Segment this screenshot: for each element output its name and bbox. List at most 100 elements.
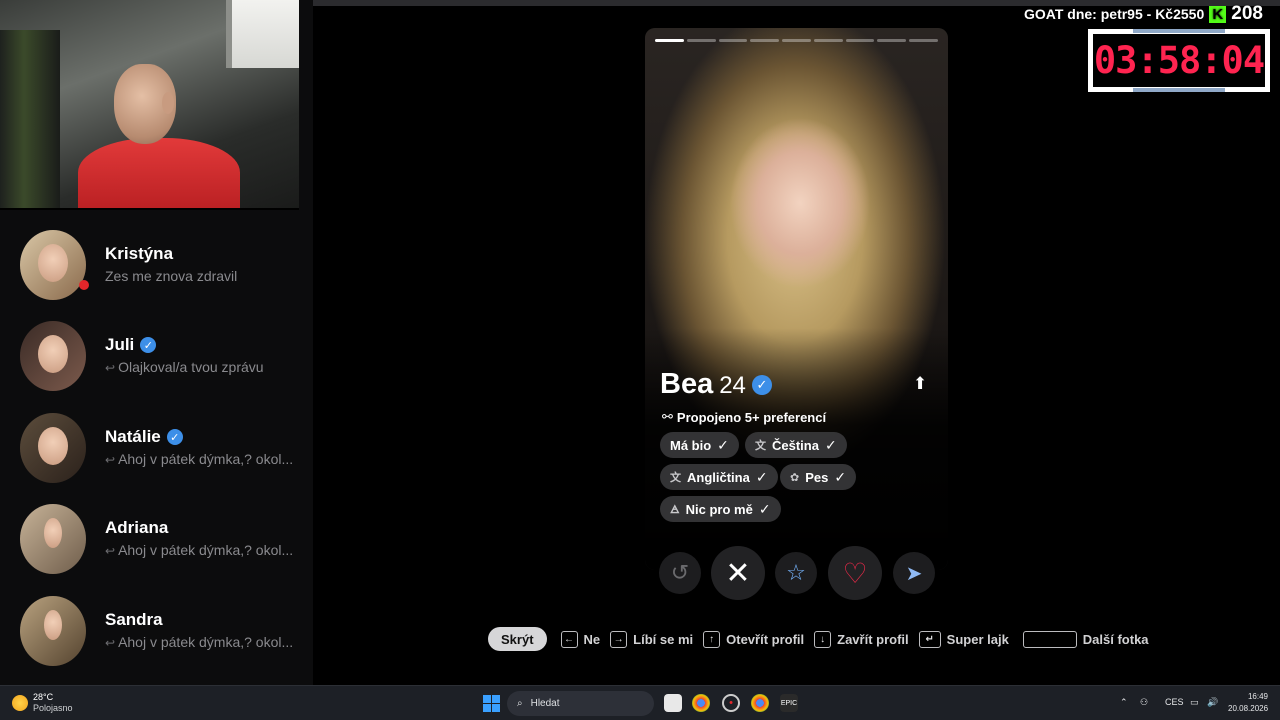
match-item[interactable]: Sandra ↩ Ahoj v pátek dýmka,? okol... bbox=[0, 596, 313, 686]
close-icon: ✕ bbox=[725, 556, 751, 590]
match-message: ↩ Ahoj v pátek dýmka,? okol... bbox=[105, 542, 294, 558]
keyboard-shortcuts-bar: Skrýt ← Ne → Líbí se mi ↑ Otevřít profil ↓ Z… bbox=[488, 627, 1159, 651]
profile-card[interactable]: Bea 24 ✓ ⬆ ⚯ Propojeno 5+ preferencí Má … bbox=[645, 28, 948, 570]
goat-of-day: GOAT dne: petr95 - Kč2550 K 208 bbox=[1024, 3, 1263, 24]
avatar bbox=[20, 596, 86, 666]
photo-progress-segment[interactable] bbox=[813, 39, 843, 42]
shortcut-super-like: ↵ Super lajk bbox=[918, 630, 1009, 648]
avatar bbox=[20, 230, 86, 300]
language-indicator[interactable]: CES bbox=[1165, 697, 1184, 707]
send-button[interactable]: ➤ bbox=[893, 552, 935, 594]
rewind-icon: ↺ bbox=[670, 560, 690, 585]
display-tray-icon[interactable]: ▭ bbox=[1190, 697, 1199, 708]
photo-progress-segment[interactable] bbox=[718, 39, 748, 42]
photo-progress-segment[interactable] bbox=[750, 39, 780, 42]
steam-icon[interactable]: • bbox=[722, 694, 740, 712]
reply-icon: ↩ bbox=[105, 453, 116, 467]
match-item[interactable]: Natálie ✓ ↩ Ahoj v pátek dýmka,? okol... bbox=[0, 413, 313, 503]
tag-chip: 文 Angličtina ✓ bbox=[660, 464, 778, 490]
translate-icon: 文 bbox=[755, 440, 766, 452]
verified-icon: ✓ bbox=[140, 337, 157, 353]
check-icon: ✓ bbox=[758, 500, 771, 517]
windows-taskbar: 28°C Polojasno ⌕ Hledat • EPIC ⌃ ⚇ CES ▭… bbox=[0, 685, 1280, 720]
sliders-icon: ⚯ bbox=[662, 409, 673, 424]
webcam-feed bbox=[0, 0, 299, 208]
photo-progress bbox=[655, 39, 939, 42]
photo-progress-segment[interactable] bbox=[845, 39, 875, 42]
match-name: Natálie ✓ bbox=[105, 427, 183, 447]
match-name: Kristýna bbox=[105, 244, 174, 263]
match-item[interactable]: Juli ✓ ↩ Olajkoval/a tvou zprávu bbox=[0, 321, 313, 411]
windows-start-icon[interactable] bbox=[483, 695, 500, 712]
photo-progress-segment[interactable] bbox=[782, 39, 811, 42]
match-message: ↩ Ahoj v pátek dýmka,? okol... bbox=[105, 634, 294, 650]
volume-tray-icon[interactable]: 🔊 bbox=[1207, 697, 1218, 708]
reply-icon: ↩ bbox=[105, 544, 116, 558]
verified-icon: ✓ bbox=[166, 429, 183, 445]
weather-widget[interactable]: 28°C Polojasno bbox=[12, 692, 73, 714]
avatar bbox=[20, 321, 86, 391]
translate-icon: 文 bbox=[670, 472, 681, 484]
chrome-profile-icon[interactable] bbox=[751, 694, 769, 712]
open-profile-arrow-icon[interactable]: ⬆ bbox=[913, 374, 927, 394]
avatar bbox=[20, 504, 86, 574]
network-tray-icon[interactable]: ⚇ bbox=[1140, 697, 1148, 708]
tag-chip: 文 Čeština ✓ bbox=[745, 432, 847, 458]
arrow-down-key-icon: ↓ bbox=[814, 630, 832, 648]
taskbar-clock[interactable]: 16:49 20.08.2026 bbox=[1228, 691, 1268, 715]
reply-icon: ↩ bbox=[105, 361, 116, 375]
shortcut-nope: ← Ne bbox=[560, 630, 600, 648]
task-view-icon[interactable] bbox=[664, 694, 682, 712]
tray-chevron-icon[interactable]: ⌃ bbox=[1120, 697, 1128, 708]
hide-shortcuts-button[interactable]: Skrýt bbox=[488, 627, 547, 651]
check-icon: ✓ bbox=[717, 436, 729, 453]
matches-sidebar: Kristýna Zes me znova zdravil Juli ✓ ↩ Ola… bbox=[0, 210, 313, 685]
like-button[interactable]: ♡ bbox=[828, 546, 882, 600]
star-icon: ☆ bbox=[786, 560, 806, 585]
profile-age: 24 bbox=[719, 372, 746, 399]
webcam-window bbox=[226, 0, 299, 68]
webcam-person-body bbox=[78, 138, 240, 208]
stream-screen: Kristýna Zes me znova zdravil Juli ✓ ↩ Ola… bbox=[0, 0, 1280, 720]
preferences-badge: ⚯ Propojeno 5+ preferencí bbox=[662, 409, 827, 425]
webcam-person-ear bbox=[162, 92, 174, 114]
online-indicator bbox=[79, 280, 89, 290]
profile-name: Bea bbox=[660, 368, 714, 400]
paw-icon: ✿ bbox=[790, 471, 800, 484]
match-item[interactable]: Kristýna Zes me znova zdravil bbox=[0, 230, 313, 320]
profile-name-row: Bea 24 ✓ bbox=[660, 368, 772, 401]
tag-chip: 🜁 Nic pro mě ✓ bbox=[660, 496, 781, 522]
super-like-button[interactable]: ☆ bbox=[775, 552, 817, 594]
arrow-left-key-icon: ← bbox=[560, 630, 578, 648]
shortcut-open-profile: ↑ Otevřít profil bbox=[703, 630, 804, 648]
weather-sun-icon bbox=[12, 695, 28, 711]
tag-chip: ✿ Pes ✓ bbox=[780, 464, 857, 490]
photo-progress-segment[interactable] bbox=[909, 39, 939, 42]
check-icon: ✓ bbox=[834, 468, 847, 485]
kick-logo-icon: K bbox=[1209, 5, 1227, 23]
match-name: Adriana bbox=[105, 518, 169, 537]
send-icon: ➤ bbox=[905, 562, 923, 585]
match-item[interactable]: Adriana ↩ Ahoj v pátek dýmka,? okol... bbox=[0, 504, 313, 594]
photo-progress-segment[interactable] bbox=[686, 39, 716, 42]
search-icon: ⌕ bbox=[517, 698, 523, 709]
shortcut-close-profile: ↓ Zavřít profil bbox=[814, 630, 909, 648]
photo-progress-segment[interactable] bbox=[877, 39, 907, 42]
glass-icon: 🜁 bbox=[670, 504, 680, 516]
match-message: ↩ Olajkoval/a tvou zprávu bbox=[105, 359, 264, 375]
taskbar-search[interactable]: ⌕ Hledat bbox=[507, 691, 654, 716]
nope-button[interactable]: ✕ bbox=[711, 546, 765, 600]
match-name: Sandra bbox=[105, 610, 163, 629]
avatar bbox=[20, 413, 86, 483]
heart-icon: ♡ bbox=[842, 557, 868, 589]
photo-progress-segment[interactable] bbox=[655, 39, 684, 42]
space-key-icon bbox=[1022, 630, 1077, 648]
epic-games-icon[interactable]: EPIC bbox=[780, 694, 798, 712]
match-message: Zes me znova zdravil bbox=[105, 268, 238, 284]
check-icon: ✓ bbox=[755, 468, 768, 485]
shortcut-next-photo: Další fotka bbox=[1022, 630, 1149, 648]
rewind-button[interactable]: ↺ bbox=[659, 552, 701, 594]
webcam-chair bbox=[0, 30, 60, 208]
chrome-icon[interactable] bbox=[692, 694, 710, 712]
arrow-right-key-icon: → bbox=[610, 630, 628, 648]
